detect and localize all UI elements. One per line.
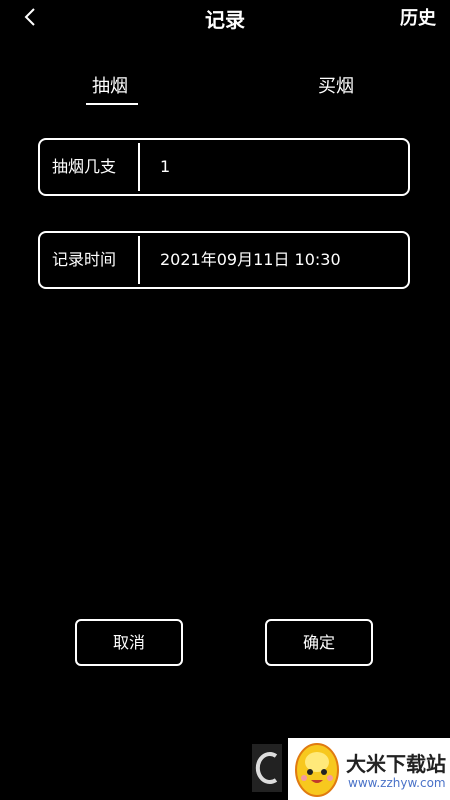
tab-smoke[interactable]: 抽烟 (92, 72, 128, 98)
tab-buy[interactable]: 买烟 (318, 72, 354, 98)
top-bar: 记录 历史 (0, 0, 450, 36)
watermark-url: www.zzhyw.com (348, 776, 446, 790)
active-tab-indicator (86, 103, 138, 105)
count-input[interactable]: 1 (160, 140, 170, 194)
confirm-button[interactable]: 确定 (265, 619, 373, 666)
cancel-button[interactable]: 取消 (75, 619, 183, 666)
time-field-label: 记录时间 (52, 250, 117, 269)
watermark: 大米下载站 www.zzhyw.com (288, 738, 450, 800)
mascot-logo-icon (295, 743, 339, 797)
time-picker[interactable]: 2021年09月11日 10:30 (160, 233, 341, 287)
time-field[interactable]: 记录时间 2021年09月11日 10:30 (38, 231, 410, 289)
watermark-title: 大米下载站 (346, 752, 446, 776)
count-field-label: 抽烟几支 (52, 157, 117, 176)
count-field-divider (138, 143, 140, 191)
partial-logo-icon (252, 744, 282, 792)
time-field-divider (138, 236, 140, 284)
page-title: 记录 (205, 8, 245, 32)
count-field[interactable]: 抽烟几支 1 (38, 138, 410, 196)
history-button[interactable]: 历史 (400, 4, 436, 30)
